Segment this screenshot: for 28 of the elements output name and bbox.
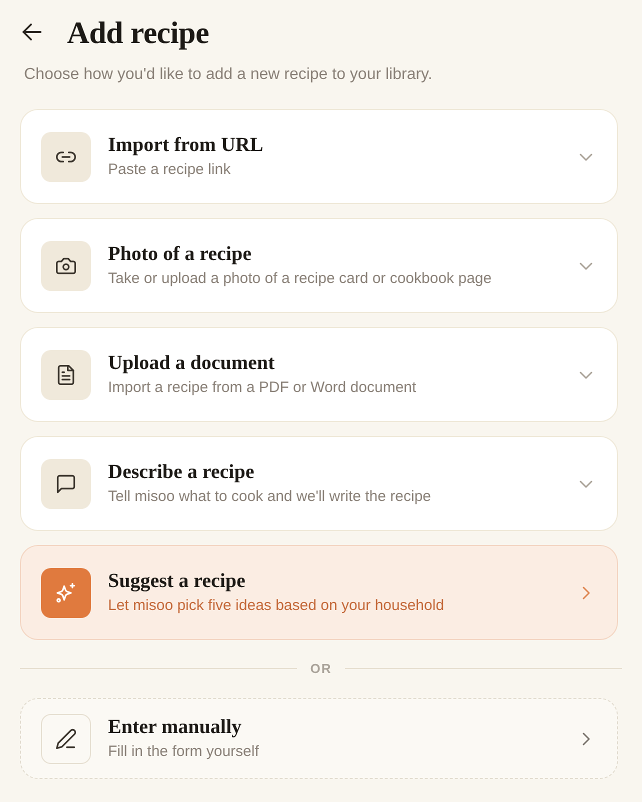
option-description: Import a recipe from a PDF or Word document: [108, 378, 418, 398]
link-icon: [41, 132, 91, 182]
option-card[interactable]: Import from URL Paste a recipe link: [20, 109, 618, 204]
option-description: Let misoo pick five ideas based on your household: [108, 596, 446, 616]
option-title: Enter manually: [108, 715, 243, 739]
sparkles-icon: [41, 568, 91, 618]
option-card[interactable]: Enter manually Fill in the form yourself: [20, 698, 618, 779]
option-title: Upload a document: [108, 351, 276, 375]
page-title: Add recipe: [67, 16, 209, 48]
page-subtitle: Choose how you'd like to add a new recipe to your library.: [24, 65, 434, 85]
pencil-icon: [41, 714, 91, 764]
option-card[interactable]: Describe a recipe Tell misoo what to cook and we'll write the recipe: [20, 436, 618, 531]
option-title: Describe a recipe: [108, 460, 256, 484]
option-description: Paste a recipe link: [108, 160, 232, 180]
document-icon: [41, 350, 91, 400]
camera-icon: [41, 240, 91, 290]
option-title: Import from URL: [108, 133, 264, 157]
option-card[interactable]: Photo of a recipe Take or upload a photo of a recipe card or cookbook page: [20, 218, 618, 313]
option-description: Tell misoo what to cook and we'll write the recipe: [108, 487, 432, 507]
speech-bubble-icon: [41, 458, 91, 508]
option-card[interactable]: Suggest a recipe Let misoo pick five ideas based on your household: [20, 545, 618, 640]
option-title: Suggest a recipe: [108, 569, 246, 593]
option-description: Fill in the form yourself: [108, 742, 260, 762]
option-title: Photo of a recipe: [108, 242, 252, 266]
option-card[interactable]: Upload a document Import a recipe from a PDF or Word document: [20, 327, 618, 422]
option-description: Take or upload a photo of a recipe card or cookbook page: [108, 269, 493, 289]
divider-label: OR: [310, 662, 332, 674]
back-button[interactable]: [22, 23, 42, 41]
